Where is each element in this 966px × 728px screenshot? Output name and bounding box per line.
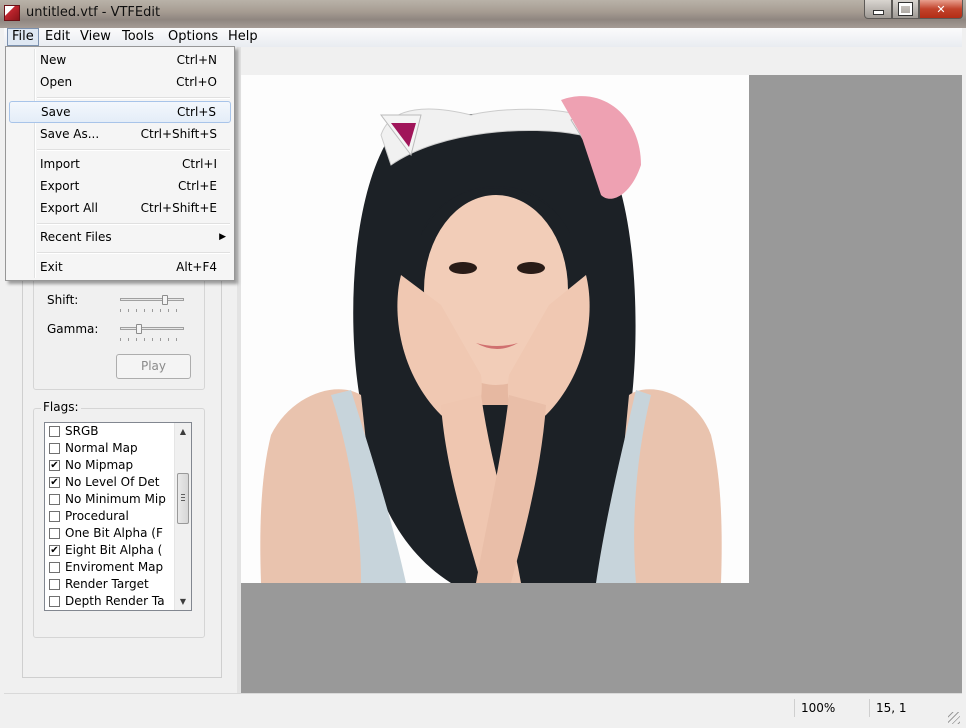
menu-separator [37, 252, 230, 254]
menu-separator [37, 223, 230, 225]
menu-item-new[interactable]: New Ctrl+N [9, 49, 231, 71]
minimize-button[interactable] [864, 0, 892, 19]
menu-item-export[interactable]: Export Ctrl+E [9, 175, 231, 197]
gamma-slider-thumb[interactable] [136, 324, 142, 334]
flag-item[interactable]: ✔ No Mipmap [48, 457, 173, 474]
flags-title: Flags: [41, 400, 81, 414]
menu-item-exit[interactable]: Exit Alt+F4 [9, 256, 231, 278]
maximize-icon [898, 2, 913, 16]
menu-item-save-as[interactable]: Save As... Ctrl+Shift+S [9, 123, 231, 145]
checkbox-srgb[interactable] [49, 426, 60, 437]
flag-item[interactable]: One Bit Alpha (F [48, 525, 173, 542]
menu-tools[interactable]: Tools [118, 28, 158, 46]
checkbox-no-lod[interactable]: ✔ [49, 477, 60, 488]
flag-item[interactable]: SRGB [48, 423, 173, 440]
close-button[interactable]: ✕ [919, 0, 963, 19]
play-button[interactable]: Play [116, 354, 191, 379]
gamma-slider-ticks [120, 338, 184, 341]
file-menu-dropdown: New Ctrl+N Open Ctrl+O Save Ctrl+S Save … [5, 46, 235, 281]
menu-bar: File Edit View Tools Options Help [4, 28, 962, 48]
flag-item[interactable]: Procedural [48, 508, 173, 525]
menu-view[interactable]: View [76, 28, 115, 46]
menu-item-save[interactable]: Save Ctrl+S [9, 101, 231, 123]
checkbox-enviroment-map[interactable] [49, 562, 60, 573]
flags-scrollbar[interactable]: ▲ ▼ [174, 423, 191, 610]
checkbox-no-minimum-mip[interactable] [49, 494, 60, 505]
scroll-down-arrow-icon[interactable]: ▼ [175, 593, 191, 610]
maximize-button[interactable] [892, 0, 919, 19]
flag-item[interactable]: Render Target [48, 576, 173, 593]
menu-edit[interactable]: Edit [41, 28, 74, 46]
flag-item[interactable]: Normal Map [48, 440, 173, 457]
flag-item[interactable]: Enviroment Map [48, 559, 173, 576]
title-bar[interactable]: untitled.vtf - VTFEdit ✕ [0, 0, 966, 28]
checkbox-render-target[interactable] [49, 579, 60, 590]
submenu-arrow-icon: ▶ [219, 232, 226, 242]
close-icon: ✕ [936, 2, 946, 16]
shift-slider-thumb[interactable] [162, 295, 168, 305]
checkbox-one-bit-alpha[interactable] [49, 528, 60, 539]
shift-slider-ticks [120, 309, 184, 312]
gamma-label: Gamma: [47, 322, 99, 336]
checkbox-eight-bit-alpha[interactable]: ✔ [49, 545, 60, 556]
vtfedit-app-icon[interactable] [4, 5, 20, 21]
cursor-coordinates: 15, 1 [869, 699, 936, 717]
scrollbar-thumb[interactable] [177, 473, 189, 524]
menu-options[interactable]: Options [164, 28, 222, 46]
menu-item-import[interactable]: Import Ctrl+I [9, 153, 231, 175]
menu-file[interactable]: File [7, 28, 39, 46]
menu-item-export-all[interactable]: Export All Ctrl+Shift+E [9, 197, 231, 219]
zoom-level: 100% [794, 699, 861, 717]
flag-item[interactable]: No Minimum Mip [48, 491, 173, 508]
canvas-header-strip [237, 47, 962, 75]
scroll-up-arrow-icon[interactable]: ▲ [175, 423, 191, 440]
flags-listbox[interactable]: SRGB Normal Map ✔ No Mipmap ✔ No Level O… [44, 422, 192, 611]
resize-grip-icon[interactable] [948, 712, 960, 724]
grip-icon [181, 494, 185, 503]
shift-slider-track[interactable] [120, 298, 184, 301]
checkbox-no-mipmap[interactable]: ✔ [49, 460, 60, 471]
flag-item[interactable]: ✔ Eight Bit Alpha ( [48, 542, 173, 559]
shift-label: Shift: [47, 293, 79, 307]
texture-image [241, 75, 749, 583]
menu-item-open[interactable]: Open Ctrl+O [9, 71, 231, 93]
checkbox-procedural[interactable] [49, 511, 60, 522]
menu-help[interactable]: Help [224, 28, 262, 46]
flag-item[interactable]: ✔ No Level Of Det [48, 474, 173, 491]
window-title: untitled.vtf - VTFEdit [26, 5, 161, 20]
checkbox-depth-render-target[interactable] [49, 596, 60, 607]
checkbox-normal-map[interactable] [49, 443, 60, 454]
menu-separator [37, 97, 230, 99]
menu-separator [37, 149, 230, 151]
menu-item-recent-files[interactable]: Recent Files ▶ [9, 226, 231, 248]
gamma-slider-track[interactable] [120, 327, 184, 330]
flag-item[interactable]: Depth Render Ta [48, 593, 173, 610]
minimize-icon [872, 9, 884, 15]
portrait-illustration [260, 96, 722, 583]
